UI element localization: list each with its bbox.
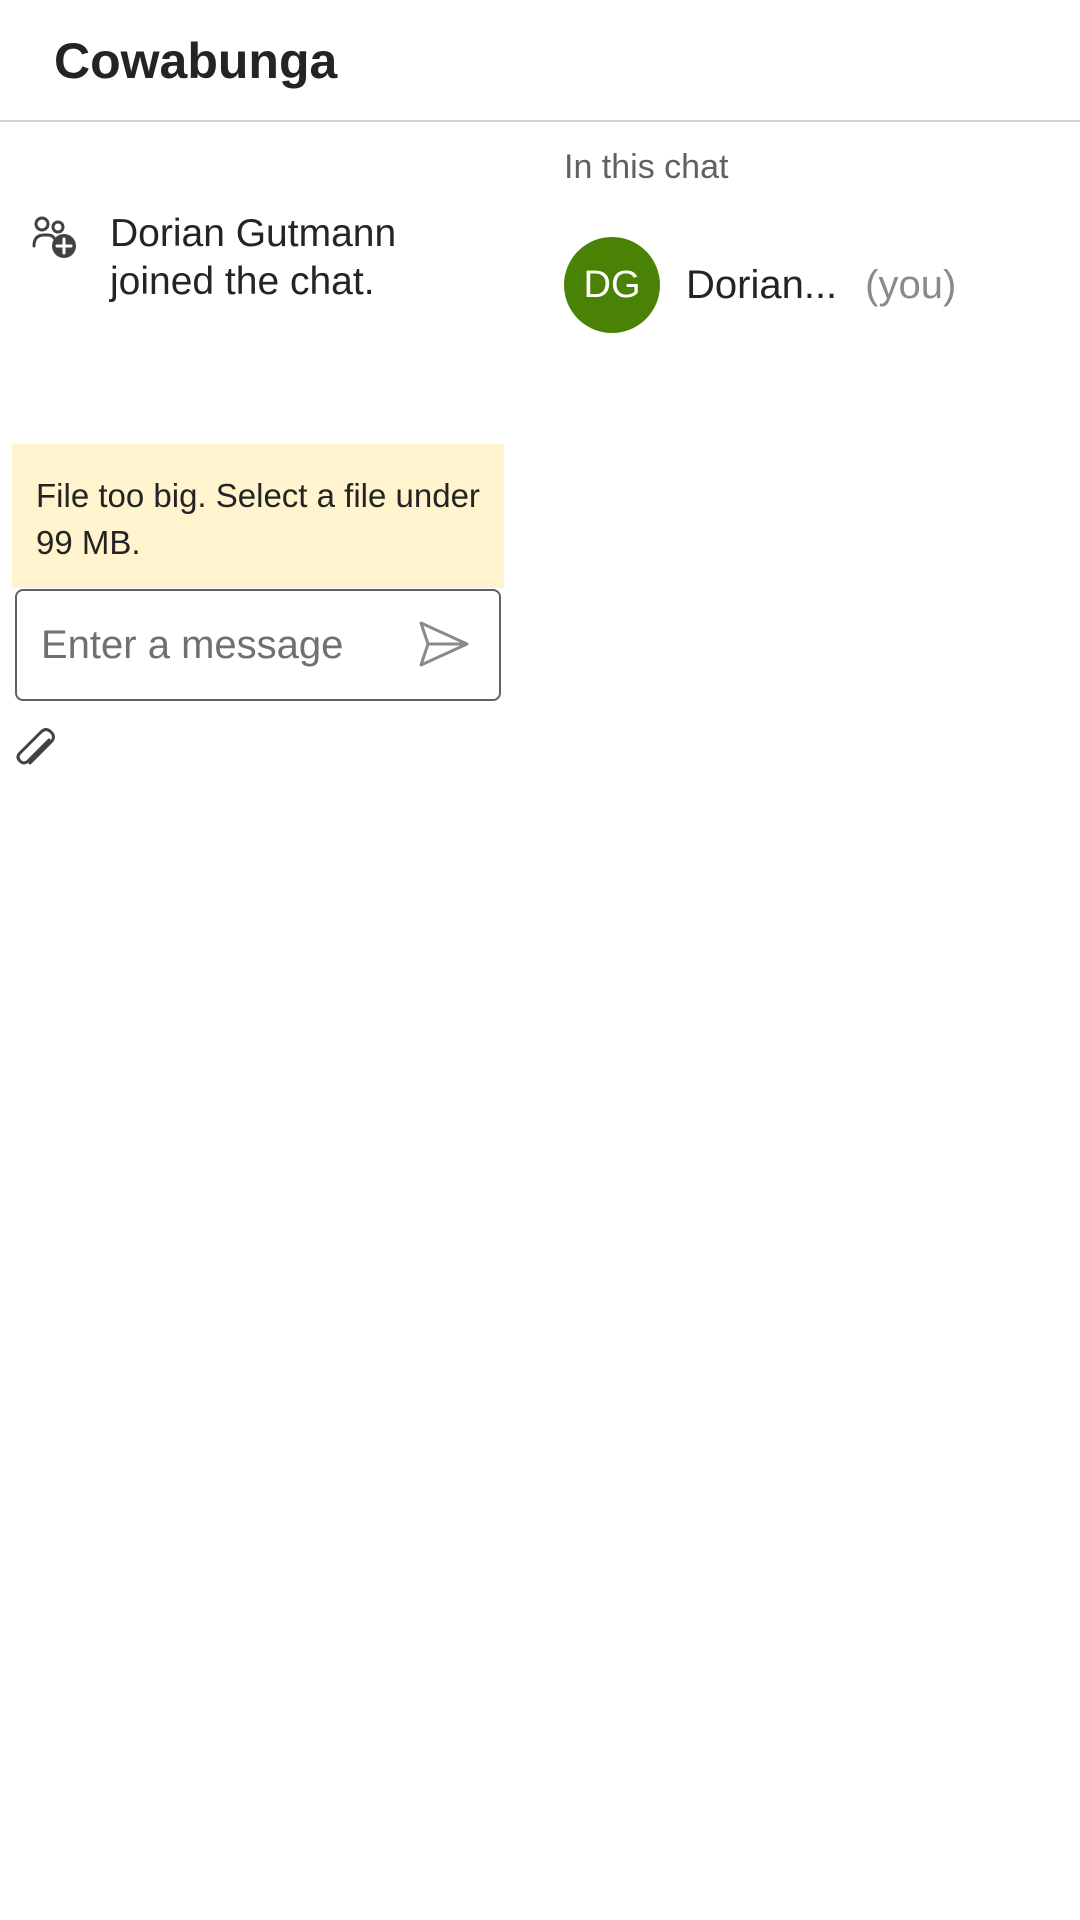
message-input[interactable] — [41, 611, 401, 679]
avatar: DG — [564, 237, 660, 333]
attach-file-button[interactable] — [14, 722, 62, 774]
warning-text: File too big. Select a file under 99 MB. — [36, 477, 480, 561]
participants-heading: In this chat — [564, 148, 729, 186]
send-icon — [418, 620, 470, 673]
participant-you-label: (you) — [865, 262, 957, 307]
system-message-text: Dorian Gutmann joined the chat. — [110, 212, 397, 303]
send-button[interactable] — [415, 617, 473, 675]
chat-header: Cowabunga — [0, 0, 1080, 122]
paperclip-icon — [14, 728, 58, 774]
system-message: Dorian Gutmann joined the chat. — [32, 210, 502, 306]
chat-page: Cowabunga Dorian Gutmann joined the chat… — [0, 0, 1080, 1920]
participant-item[interactable]: DG Dorian... (you) — [564, 236, 1064, 334]
participant-name: Dorian... — [686, 262, 838, 307]
message-composer — [15, 589, 501, 701]
chat-title: Cowabunga — [54, 33, 338, 89]
file-size-warning: File too big. Select a file under 99 MB. — [12, 444, 504, 588]
person-add-icon — [32, 214, 80, 262]
